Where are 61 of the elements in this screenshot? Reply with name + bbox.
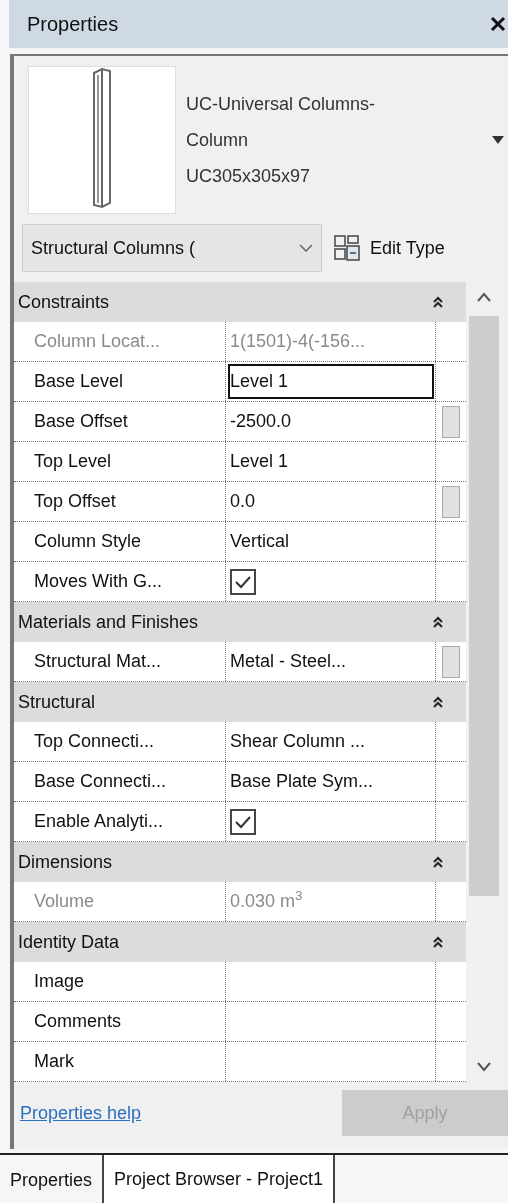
type-selector[interactable]: UC-Universal Columns- Column UC305x305x97 [176,66,504,214]
dropdown-arrow-icon [492,136,504,144]
value-cell[interactable]: -2500.0 [226,402,436,441]
property-name: Column Locat... [14,322,226,361]
property-name: Moves With G... [14,562,226,601]
checkbox[interactable] [230,808,256,835]
value-cell[interactable]: Base Plate Sym... [226,762,436,801]
property-name: Volume [14,882,226,921]
property-name: Structural Mat... [14,642,226,681]
property-name: Top Connecti... [14,722,226,761]
property-value: Level 1 [230,450,289,473]
value-cell[interactable]: Level 1 [226,362,436,401]
property-value: Metal - Steel... [230,650,347,673]
properties-help-link[interactable]: Properties help [20,1099,142,1127]
property-value: -2500.0 [230,410,292,433]
property-value: Level 1 [230,370,289,393]
chevron-down-icon [299,244,313,252]
checkbox[interactable] [230,568,256,595]
value-cell[interactable]: Vertical [226,522,436,561]
panel-tab[interactable]: Project Browser - Project1 [102,1155,336,1203]
value-cell[interactable]: Shear Column ... [226,722,436,761]
group-header[interactable]: Identity Data [14,922,466,962]
property-value: Shear Column ... [230,730,366,753]
group-header[interactable]: Structural [14,682,466,722]
edit-type-button[interactable]: Edit Type [330,224,449,272]
property-value: 0.0 [230,490,256,513]
value-cell[interactable]: 0.0 [226,482,436,521]
category-dropdown[interactable]: Structural Columns ( [22,224,322,272]
property-value: Base Plate Sym... [230,770,374,793]
property-name: Enable Analyti... [14,802,226,841]
close-icon[interactable] [490,16,506,32]
property-name: Base Level [14,362,226,401]
type-name: UC-Universal Columns- [186,93,376,116]
panel-title: Properties [27,12,119,37]
check-icon [234,814,252,829]
property-name: Image [14,962,226,1001]
group-header[interactable]: Materials and Finishes [14,602,466,642]
group-header[interactable]: Dimensions [14,842,466,882]
collapse-icon[interactable] [432,295,444,309]
property-name: Top Offset [14,482,226,521]
property-name: Column Style [14,522,226,561]
group-header[interactable]: Constraints [14,282,466,322]
type-name: UC305x305x97 [186,165,312,188]
scrollbar-thumb[interactable] [469,316,499,896]
value-cell[interactable]: Metal - Steel... [226,642,436,681]
property-value: 0.030 m$^{3}$ [230,888,303,913]
collapse-icon[interactable] [432,695,444,709]
property-name: Mark [14,1042,226,1081]
property-value: Vertical [230,530,290,553]
property-name: Top Level [14,442,226,481]
property-name: Comments [14,1002,226,1041]
collapse-icon[interactable] [432,615,444,629]
property-name: Base Connecti... [14,762,226,801]
property-name: Base Offset [14,402,226,441]
check-icon [234,574,252,589]
edit-type-icon [334,235,360,261]
collapse-icon[interactable] [432,935,444,949]
type-name: Column [186,129,250,152]
collapse-icon[interactable] [432,855,444,869]
property-value: 1(1501)-4(-156... [230,330,366,353]
value-cell[interactable]: Level 1 [226,442,436,481]
